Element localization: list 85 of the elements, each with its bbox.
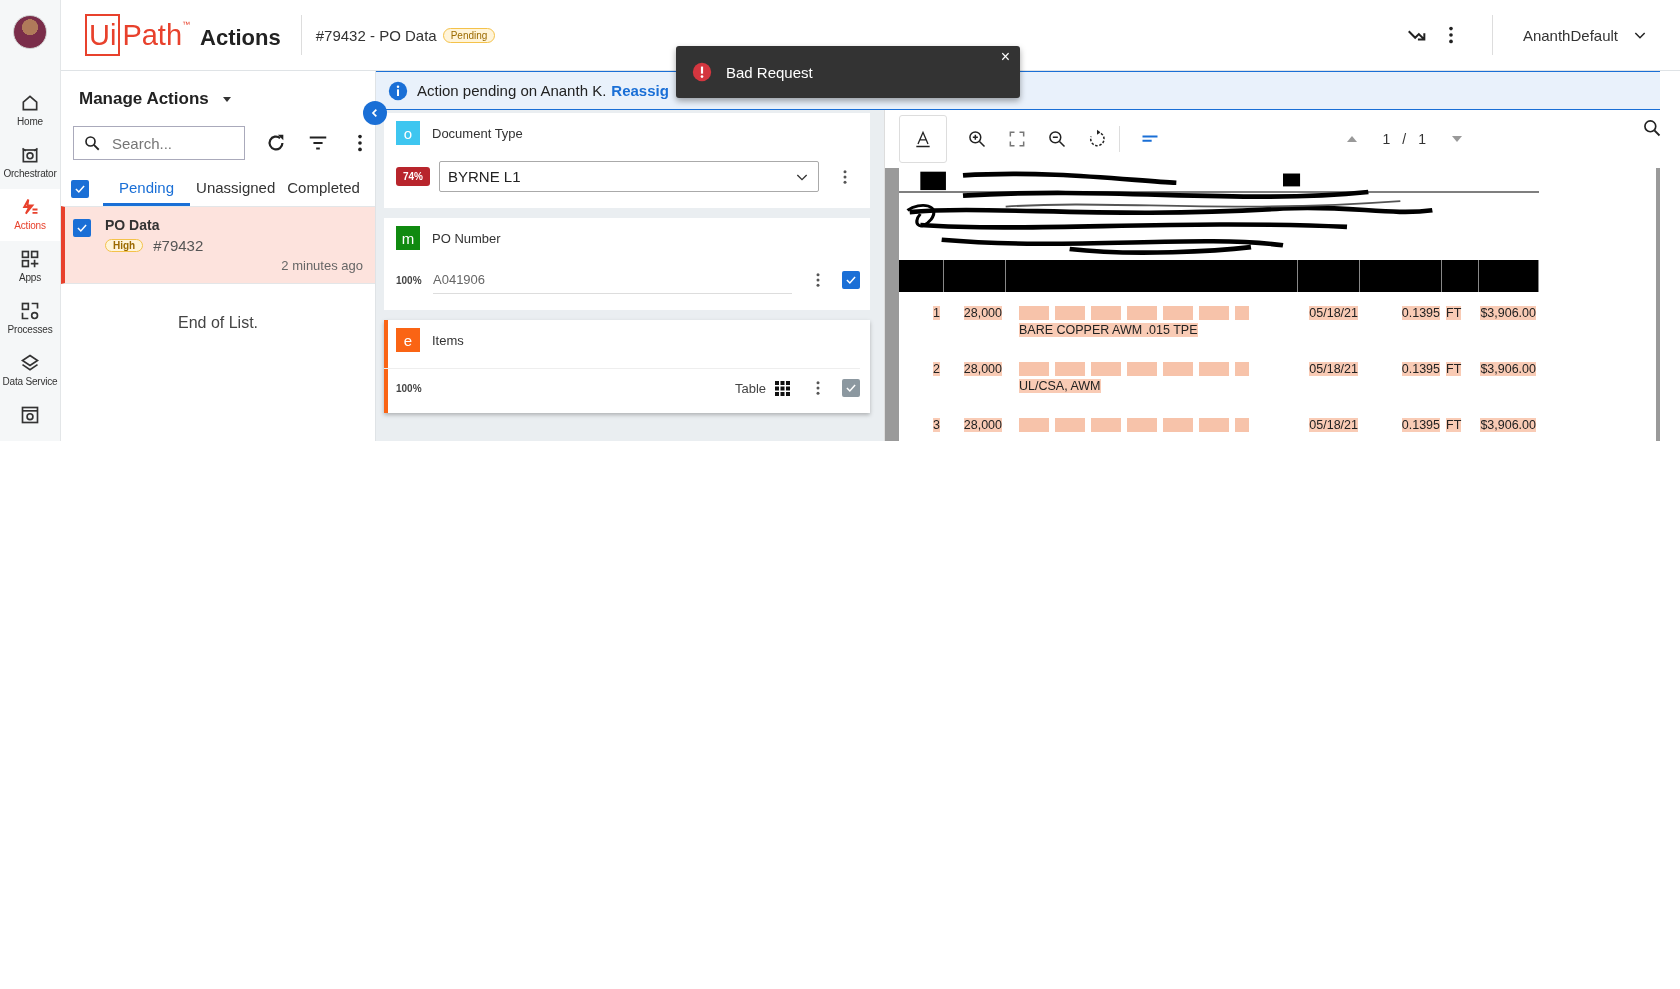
tab[interactable]: Completed — [281, 172, 366, 206]
squares-icon — [20, 301, 40, 321]
quantity-text: 28,000 — [963, 418, 1002, 432]
robot-icon — [20, 145, 40, 165]
user-avatar[interactable] — [13, 15, 47, 49]
unit-price-text: 0.1395 — [1401, 306, 1440, 320]
total-text: $3,906.00 — [1480, 362, 1536, 376]
page-total: 1 — [1418, 131, 1426, 147]
line-number: 2 — [933, 362, 940, 376]
unit-price-text: 0.1395 — [1401, 418, 1440, 432]
zoom-out-icon[interactable] — [1047, 129, 1067, 149]
item-time: 2 minutes ago — [281, 258, 363, 273]
quantity-text: 28,000 — [963, 362, 1002, 376]
logo: Ui Path™ Actions — [85, 14, 281, 56]
banner-text: Action pending on Ananth K. — [417, 82, 607, 99]
field-type-badge: e — [396, 328, 420, 352]
description-text: BARE COPPER AWM .015 TPE — [1019, 323, 1198, 337]
grid-icon — [20, 249, 40, 269]
search-icon — [83, 134, 101, 152]
field-label: Document Type — [432, 125, 523, 141]
fit-screen-icon[interactable] — [1007, 129, 1027, 149]
confidence-label: 100% — [396, 382, 423, 394]
field-card[interactable]: m PO Number 100% A041906 — [384, 218, 870, 310]
date-text: 05/18/21 — [1309, 306, 1358, 320]
reassign-link[interactable]: Reassig — [611, 82, 669, 99]
uom-text: FT — [1446, 306, 1462, 320]
field-label: PO Number — [432, 230, 501, 246]
field-card[interactable]: o Document Type 74% BYRNE L1 — [384, 113, 870, 208]
search-field[interactable]: Search... — [73, 126, 245, 160]
task-title: #79432 - PO Data — [315, 26, 437, 44]
uom-text: FT — [1446, 418, 1462, 432]
home-icon — [20, 93, 40, 113]
rotate-icon[interactable] — [1087, 129, 1107, 149]
layers-icon — [20, 353, 40, 373]
line-number: 3 — [933, 418, 940, 432]
item-checkbox[interactable] — [73, 219, 91, 237]
document-type-dropdown[interactable]: BYRNE L1 — [439, 161, 819, 192]
date-text: 05/18/21 — [1309, 362, 1358, 376]
info-icon — [388, 80, 408, 101]
uom-text: FT — [1446, 362, 1462, 376]
manage-actions-dropdown[interactable]: Manage Actions — [79, 89, 231, 109]
total-text: $3,906.00 — [1480, 306, 1536, 320]
action-list-item[interactable]: PO Data High #79432 2 minutes ago — [61, 206, 375, 284]
caret-icon — [222, 96, 231, 102]
text-icon — [913, 129, 933, 149]
confidence-label: 100% — [396, 274, 423, 286]
nav-item[interactable]: Actions — [0, 189, 60, 241]
page-separator: / — [1402, 131, 1407, 147]
end-of-list-text: End of List. — [177, 314, 258, 331]
close-button[interactable]: × — [998, 48, 1012, 66]
collapse-button[interactable] — [363, 101, 387, 125]
toast-message: Bad Request — [726, 63, 813, 81]
status-badge: Pending — [442, 27, 496, 43]
zoom-in-icon[interactable] — [967, 129, 987, 149]
page-number: 1 — [1382, 131, 1391, 147]
line-number: 1 — [933, 306, 940, 320]
error-icon — [692, 62, 712, 82]
nav-item[interactable]: Apps — [0, 241, 60, 293]
field-type-badge: o — [396, 121, 420, 145]
item-title: PO Data — [105, 217, 161, 233]
nav-item[interactable]: Home — [0, 85, 60, 137]
field-type-badge: m — [396, 226, 420, 250]
quantity-text: 28,000 — [963, 306, 1002, 320]
nav-item[interactable]: Orchestrator — [0, 137, 60, 189]
tab[interactable]: Unassigned — [190, 172, 282, 206]
text-select-button[interactable] — [899, 115, 947, 163]
bolt-icon — [20, 197, 40, 217]
nav-item[interactable]: Processes — [0, 293, 60, 345]
unit-price-text: 0.1395 — [1401, 362, 1440, 376]
priority-badge: High — [105, 239, 144, 252]
description-text: UL/CSA, AWM — [1019, 379, 1101, 393]
confidence-badge: 74% — [396, 167, 430, 186]
search-icon[interactable] — [1642, 118, 1662, 138]
item-id: #79432 — [153, 237, 204, 254]
field-label: Items — [432, 332, 464, 348]
confirm-checkbox[interactable] — [842, 271, 860, 289]
gear-box-icon — [20, 405, 40, 425]
nav-item[interactable]: Data Service — [0, 345, 60, 397]
next-page-icon[interactable] — [1452, 136, 1462, 142]
table-label: Table — [734, 380, 766, 396]
user-menu[interactable]: AnanthDefault — [1522, 26, 1648, 44]
date-text: 05/18/21 — [1309, 418, 1358, 432]
previous-page-icon[interactable] — [1346, 136, 1357, 142]
total-text: $3,906.00 — [1480, 418, 1536, 432]
select-all-checkbox[interactable] — [71, 180, 89, 198]
